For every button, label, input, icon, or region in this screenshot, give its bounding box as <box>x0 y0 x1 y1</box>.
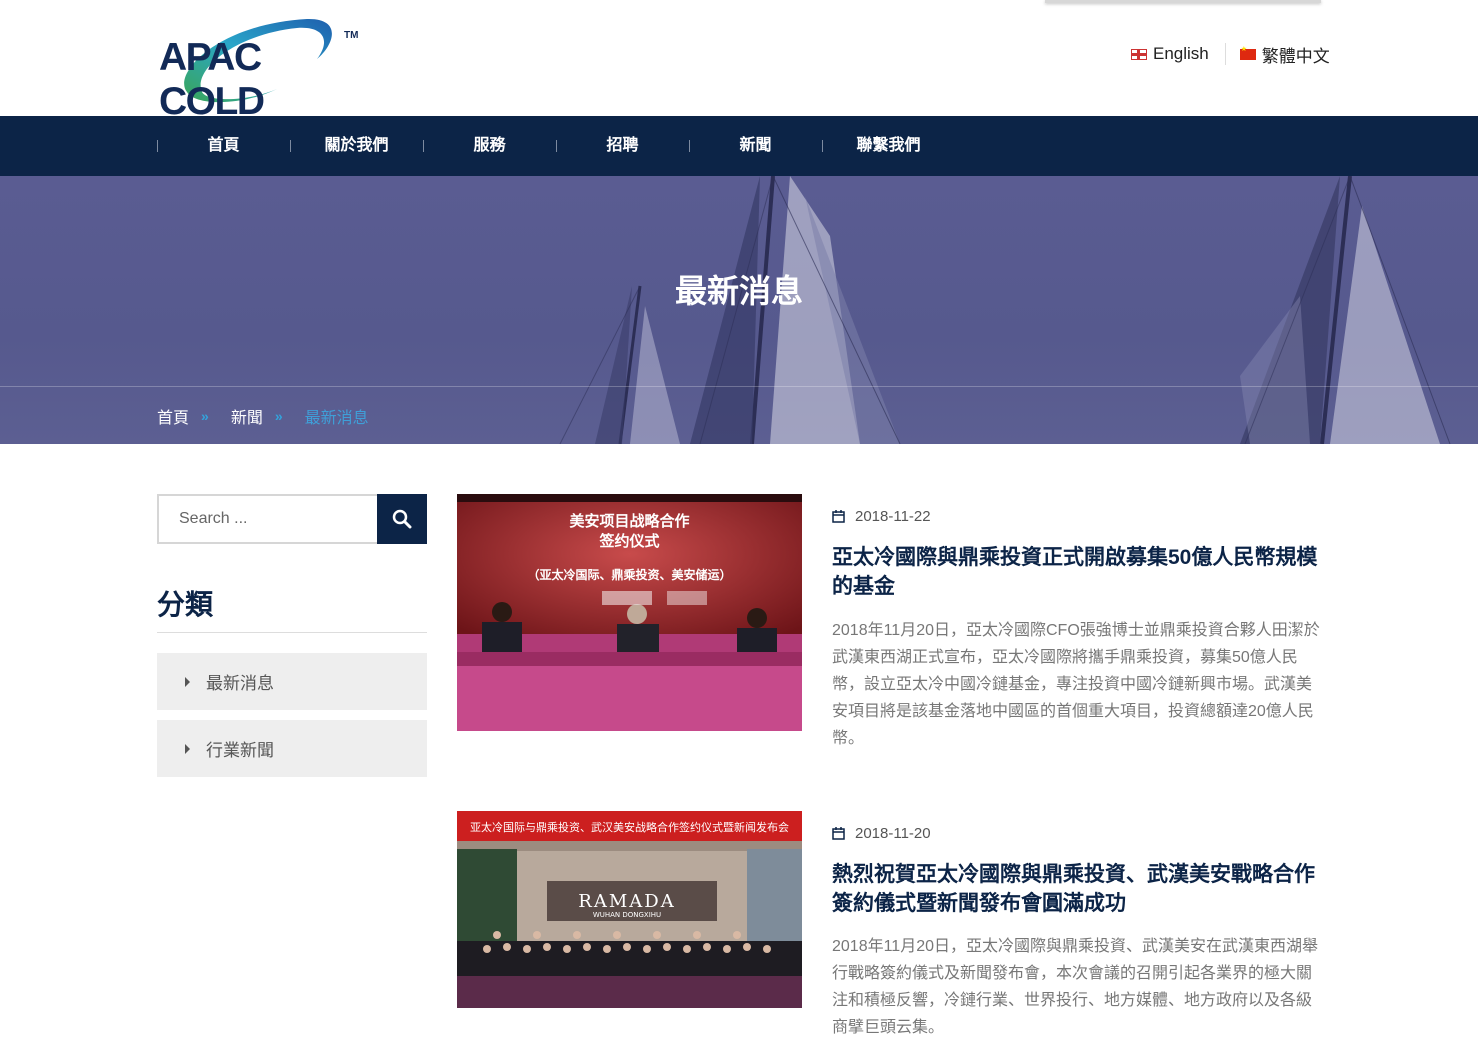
post-date: 2018-11-22 <box>832 508 931 525</box>
breadcrumb-home[interactable]: 首頁 <box>157 404 189 428</box>
breadcrumb-separator-icon: » <box>274 408 283 424</box>
image-banner-line2: 签约仪式 <box>599 532 660 550</box>
page-title: 最新消息 <box>674 273 803 309</box>
search-input[interactable] <box>157 494 377 544</box>
nav-item-services[interactable]: 服務 <box>423 116 556 176</box>
language-switcher: English 繁體中文 <box>1131 42 1330 66</box>
post-excerpt: 2018年11月20日，亞太冷國際CFO張強博士並鼎乘投資合夥人田潔於武漢東西湖… <box>832 622 1320 747</box>
apac-cold-logo[interactable]: APAC COLD TM <box>157 14 362 123</box>
categories-divider <box>157 632 427 633</box>
category-latest-news[interactable]: 最新消息 <box>157 653 427 710</box>
nav-item-careers[interactable]: 招聘 <box>556 116 689 176</box>
post-date-text: 2018-11-20 <box>855 825 931 842</box>
language-english[interactable]: English <box>1131 44 1209 64</box>
post-date-text: 2018-11-22 <box>855 508 931 525</box>
calendar-icon <box>832 827 845 840</box>
breadcrumb-separator-icon: » <box>201 408 209 424</box>
category-label: 最新消息 <box>206 674 274 693</box>
post-date: 2018-11-20 <box>832 825 931 842</box>
image-banner: 亚太冷国际与鼎乘投资、武汉美安战略合作签约仪式暨新闻发布会 <box>470 821 789 834</box>
china-flag-icon <box>1239 45 1256 60</box>
language-traditional-chinese[interactable]: 繁體中文 <box>1239 42 1330 67</box>
search-button[interactable] <box>377 494 427 544</box>
breadcrumb-news[interactable]: 新聞 <box>231 404 263 428</box>
caret-right-icon <box>185 743 190 754</box>
caret-right-icon <box>185 676 190 687</box>
category-label: 行業新聞 <box>206 741 274 760</box>
language-divider <box>1224 43 1226 65</box>
category-industry-news[interactable]: 行業新聞 <box>157 720 427 777</box>
nav-item-about[interactable]: 關於我們 <box>290 116 423 176</box>
image-banner-line3: （亚太冷国际、鼎乘投资、美安储运） <box>527 568 732 582</box>
logo-trademark: TM <box>344 30 359 41</box>
nav-item-news[interactable]: 新聞 <box>689 116 822 176</box>
nav-item-home[interactable]: 首頁 <box>157 116 290 176</box>
image-sign: RAMADA <box>578 891 676 912</box>
breadcrumb: 首頁 » 新聞 » 最新消息 <box>157 404 369 428</box>
breadcrumb-current: 最新消息 <box>304 410 369 427</box>
post-title-link[interactable]: 亞太冷國際與鼎乘投資正式開啟募集50億人民幣規模的基金 <box>832 543 1327 601</box>
post-thumbnail[interactable]: 美安项目战略合作 签约仪式 （亚太冷国际、鼎乘投资、美安储运） <box>457 494 802 731</box>
hero-divider <box>0 386 1478 387</box>
page-hero-banner: 最新消息 首頁 » 新聞 » 最新消息 <box>0 176 1478 444</box>
post-title-link[interactable]: 熱烈祝賀亞太冷國際與鼎乘投資、武漢美安戰略合作簽約儀式暨新聞發布會圓滿成功 <box>832 860 1327 918</box>
nav-item-contact[interactable]: 聯繫我們 <box>822 116 955 176</box>
categories-heading: 分類 <box>157 589 214 620</box>
post-thumbnail[interactable]: 亚太冷国际与鼎乘投资、武汉美安战略合作签约仪式暨新闻发布会 RAMADA WUH… <box>457 811 802 1008</box>
post-excerpt: 2018年11月20日，亞太冷國際與鼎乘投資、武漢美安在武漢東西湖舉行戰略簽約儀… <box>832 938 1319 1036</box>
header-dropdown-shadow <box>1045 0 1321 3</box>
uk-flag-icon <box>1131 48 1147 60</box>
language-english-label: English <box>1153 44 1209 63</box>
image-banner-line1: 美安项目战略合作 <box>569 512 690 530</box>
logo-wordmark: APAC COLD <box>159 36 265 123</box>
language-chinese-label: 繁體中文 <box>1261 46 1330 66</box>
main-nav: 首頁 關於我們 服務 招聘 新聞 聯繫我們 <box>0 116 1478 176</box>
search-icon <box>392 509 412 529</box>
image-sign-sub: WUHAN DONGXIHU <box>592 911 662 919</box>
search-form <box>157 494 427 544</box>
site-header: APAC COLD TM English 繁體中文 <box>0 0 1478 123</box>
calendar-icon <box>832 510 845 523</box>
